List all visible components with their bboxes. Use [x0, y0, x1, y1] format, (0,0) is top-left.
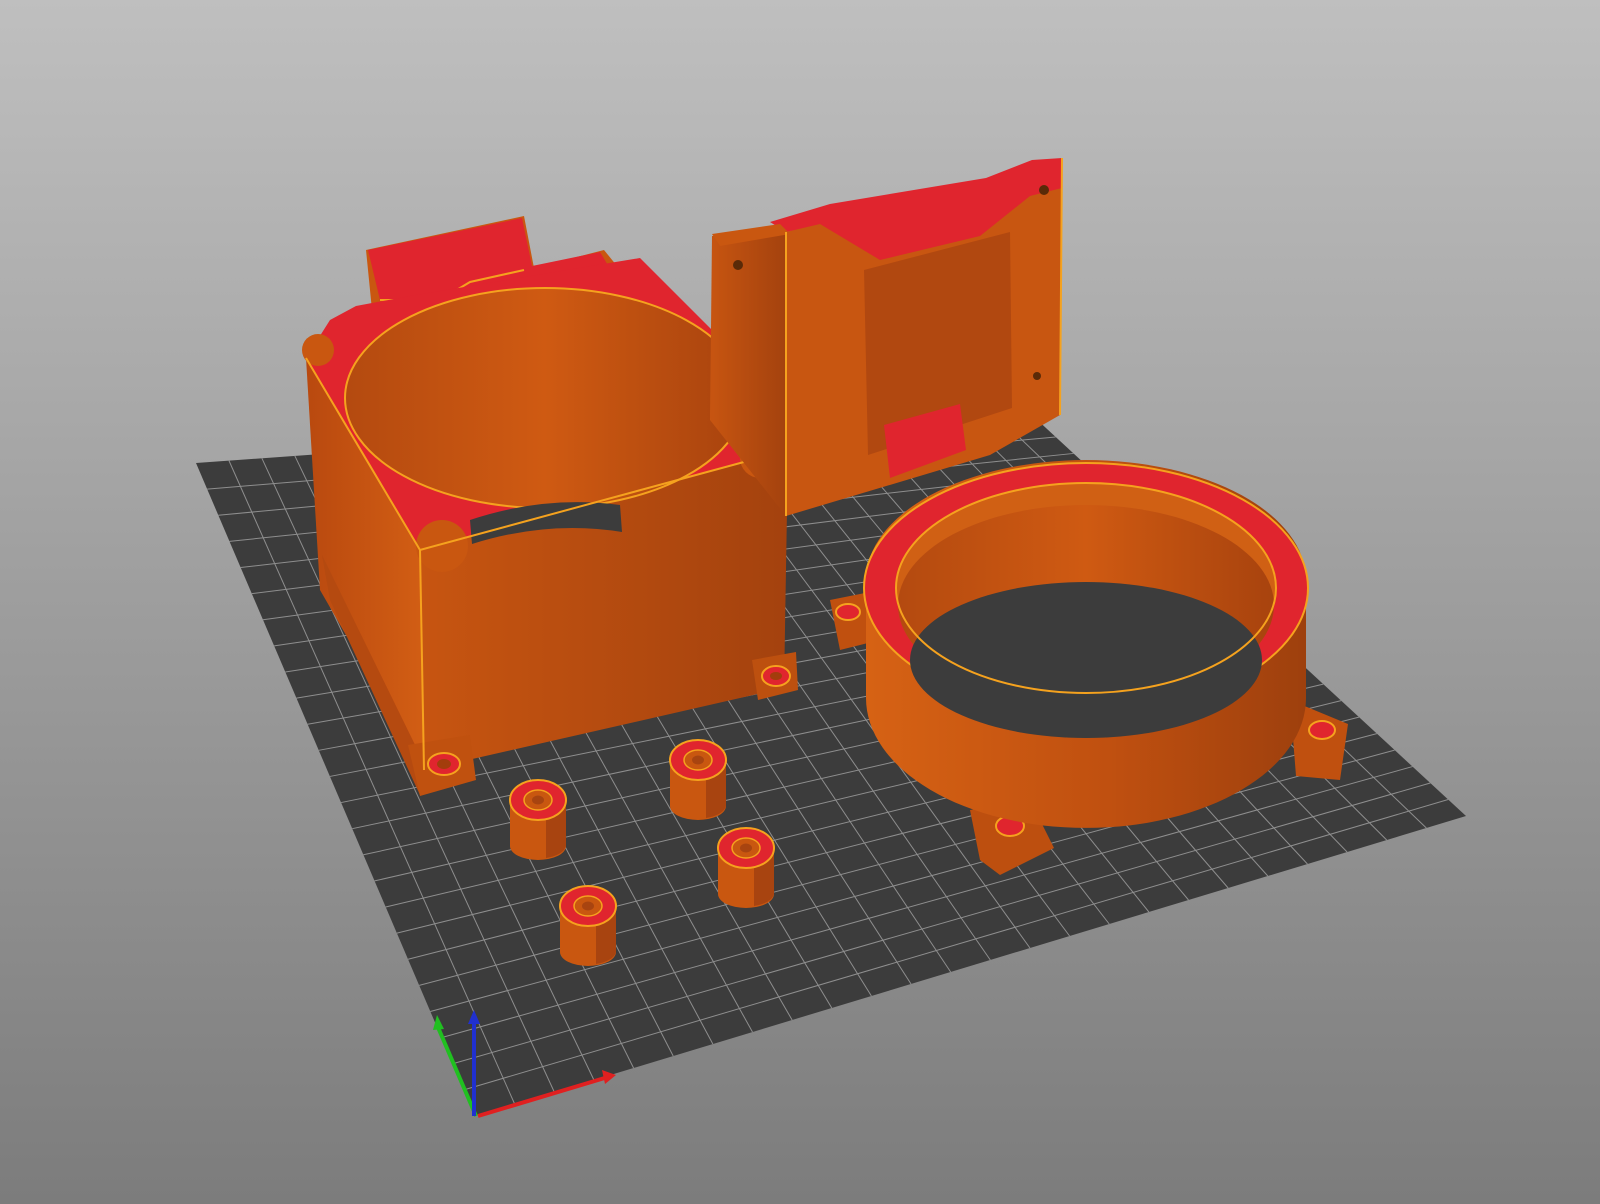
spacer-standoff[interactable] — [559, 885, 617, 966]
spacer-standoff[interactable] — [669, 739, 727, 820]
spacer-standoff[interactable] — [717, 827, 775, 908]
scene-canvas[interactable] — [0, 0, 1600, 1204]
3d-preview-viewport[interactable] — [0, 0, 1600, 1204]
spacer-standoff[interactable] — [509, 779, 567, 860]
